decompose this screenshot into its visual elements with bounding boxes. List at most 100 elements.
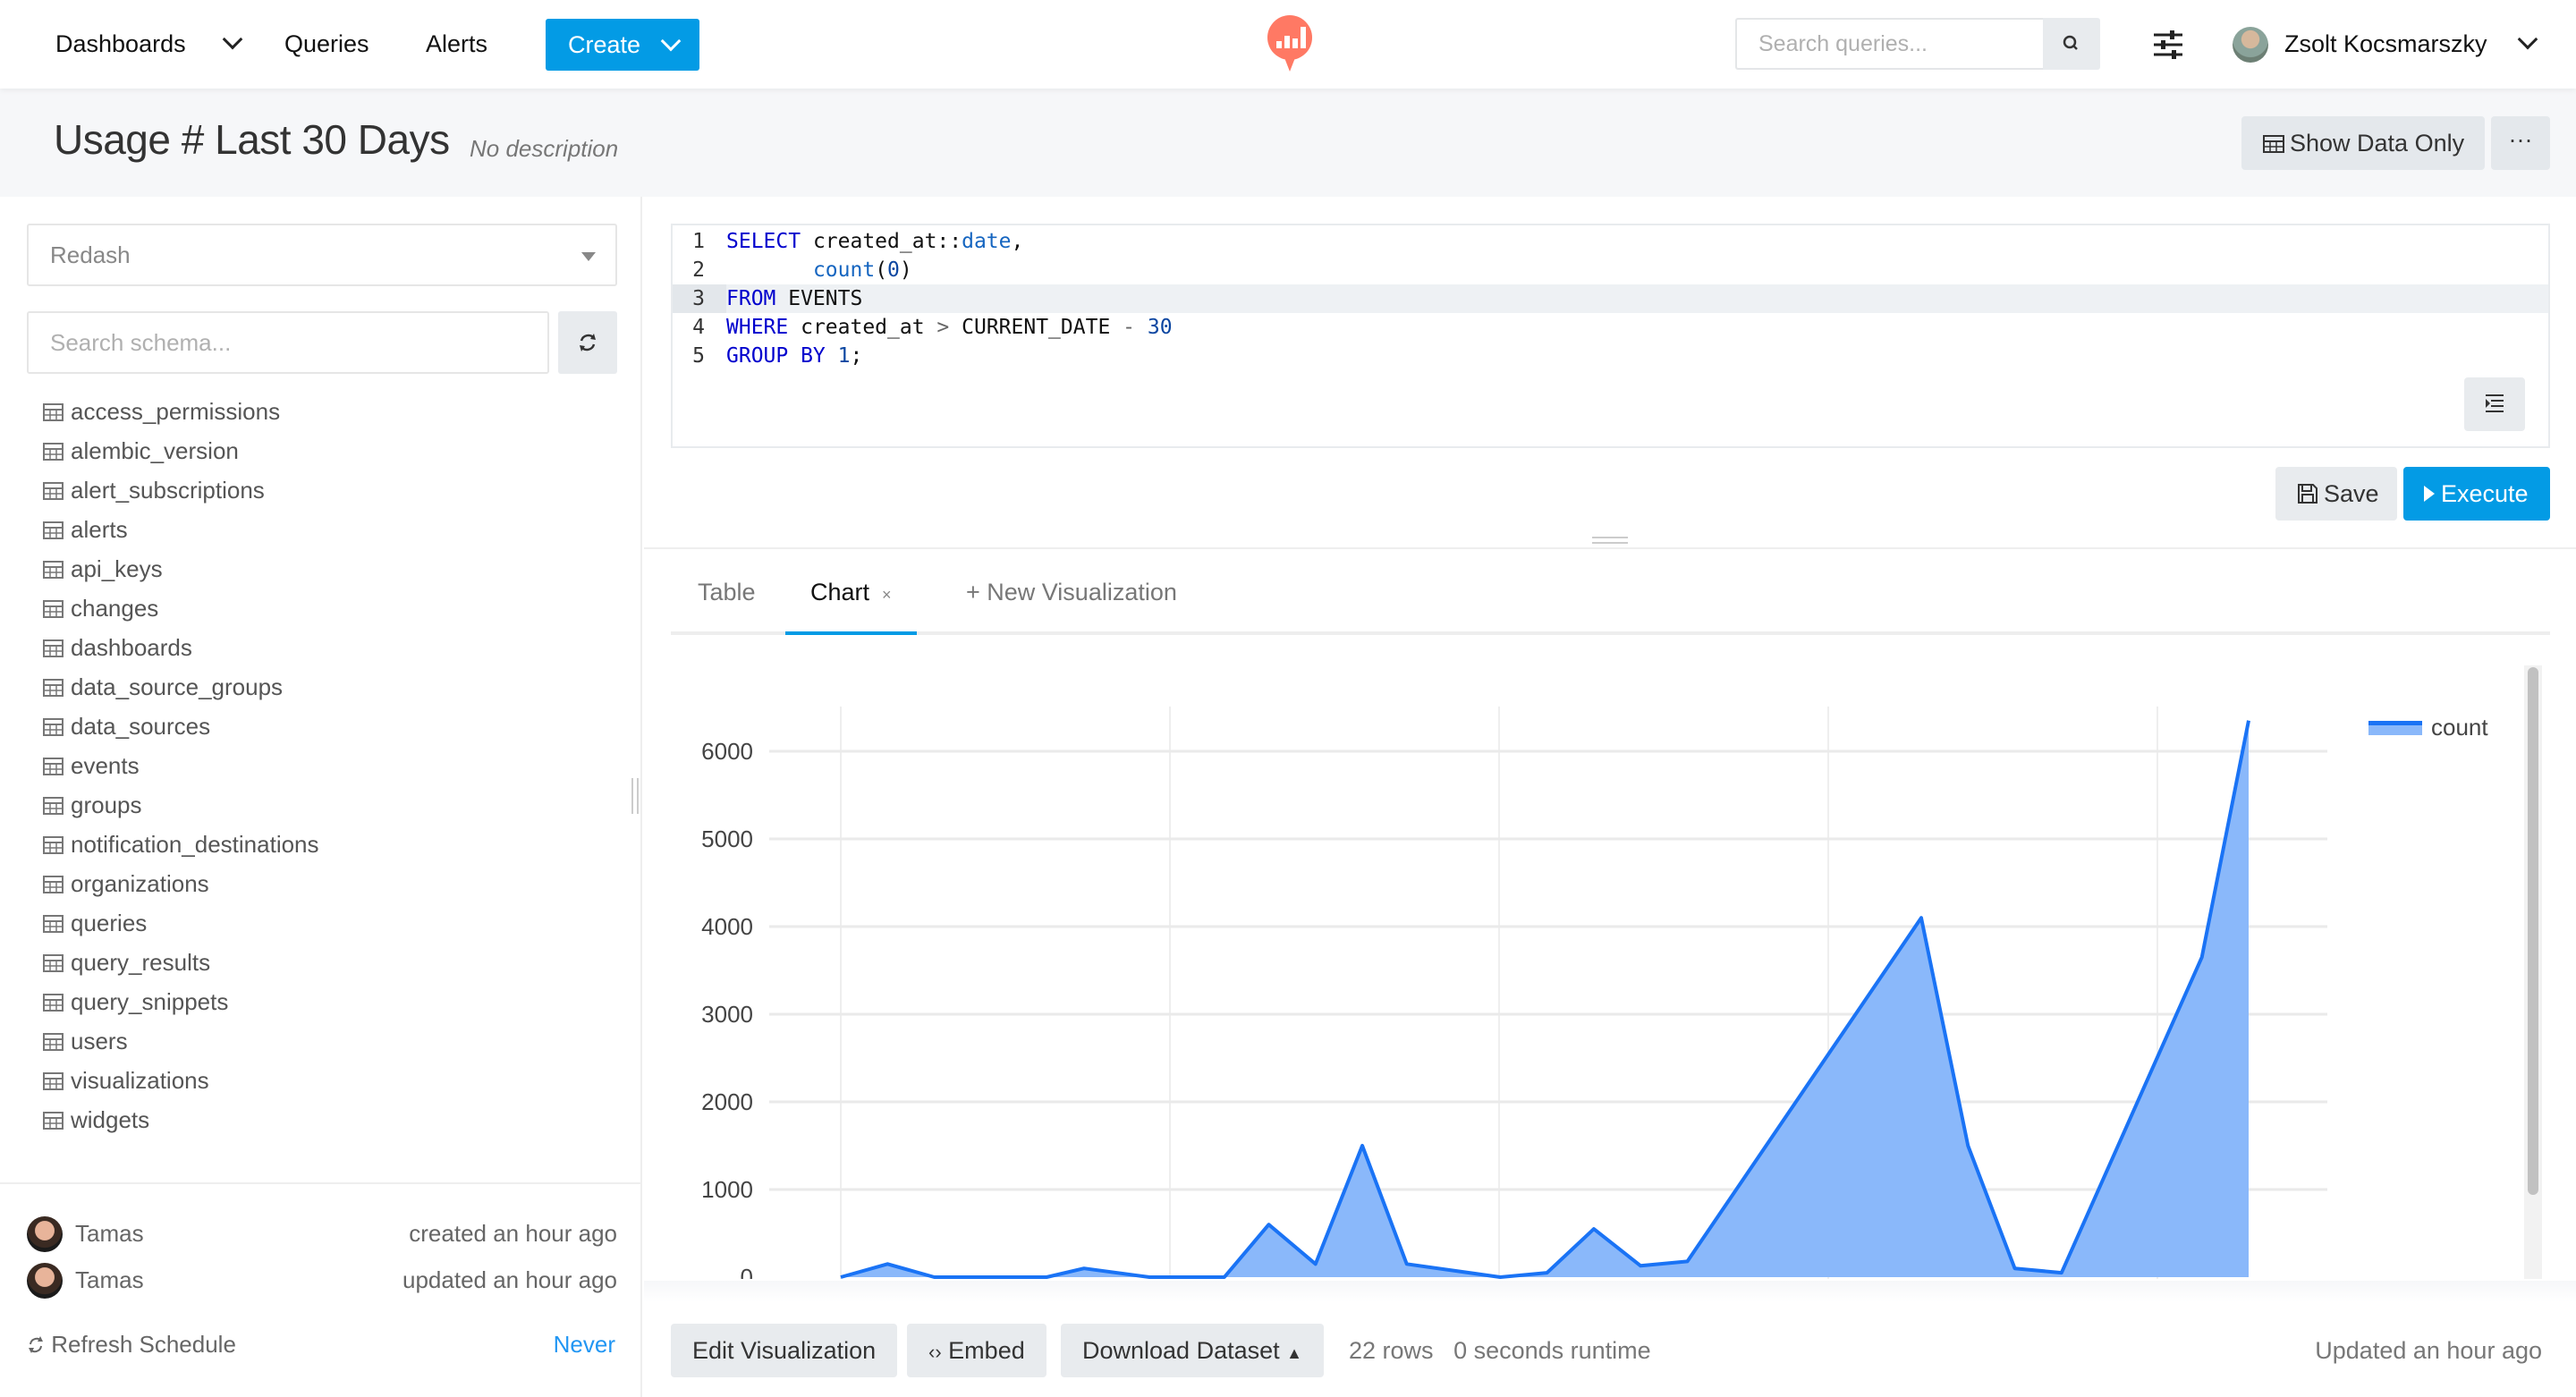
code-token: WHERE xyxy=(726,316,789,339)
divider xyxy=(644,547,2576,549)
code-token: FROM xyxy=(726,287,776,310)
schema-table-item[interactable]: data_source_groups xyxy=(43,667,580,707)
redash-logo-icon[interactable] xyxy=(1266,14,1314,73)
y-tick-label: 1000 xyxy=(701,1176,753,1203)
table-icon xyxy=(43,482,64,500)
code-line[interactable]: 2 count(0) xyxy=(673,256,2548,284)
refresh-schedule-value[interactable]: Never xyxy=(554,1331,615,1359)
schema-table-item[interactable]: alerts xyxy=(43,510,580,549)
table-icon xyxy=(43,915,64,933)
nav-alerts[interactable]: Alerts xyxy=(426,0,487,89)
schema-table-name: query_results xyxy=(71,949,211,976)
show-data-only-label: Show Data Only xyxy=(2290,130,2465,157)
table-icon xyxy=(43,718,64,736)
sidebar-resize-handle[interactable] xyxy=(631,778,639,814)
tab-table[interactable]: Table xyxy=(698,563,756,635)
chevron-down-icon xyxy=(222,29,243,50)
editor-resize-handle[interactable] xyxy=(1592,537,1628,544)
create-label: Create xyxy=(568,31,641,58)
more-options-button[interactable]: ··· xyxy=(2491,116,2550,170)
code-line[interactable]: 3 FROM EVENTS xyxy=(673,284,2548,313)
code-token: ; xyxy=(850,344,863,368)
embed-button[interactable]: ‹› Embed xyxy=(907,1324,1046,1377)
code-token: date xyxy=(962,230,1012,253)
table-icon xyxy=(43,679,64,697)
sql-editor[interactable]: 1 SELECT created_at::date, 2 count(0) 3 FROM… xyxy=(671,224,2550,448)
schema-table-item[interactable]: query_snippets xyxy=(43,982,580,1021)
schema-table-item[interactable]: organizations xyxy=(43,864,580,903)
schema-table-name: widgets xyxy=(71,1106,150,1133)
schema-search-input[interactable] xyxy=(27,311,549,374)
schema-table-item[interactable]: users xyxy=(43,1021,580,1061)
schema-table-name: alembic_version xyxy=(71,437,239,464)
schema-table-item[interactable]: queries xyxy=(43,903,580,943)
code-token: count xyxy=(812,258,876,282)
table-icon xyxy=(43,403,64,421)
schema-table-name: groups xyxy=(71,792,142,818)
edit-visualization-button[interactable]: Edit Visualization xyxy=(671,1324,898,1377)
row-count: 22 rows xyxy=(1349,1337,1434,1364)
user-name: Zsolt Kocsmarszky xyxy=(2284,30,2487,57)
schema-table-item[interactable]: access_permissions xyxy=(43,392,580,431)
schema-table-item[interactable]: alert_subscriptions xyxy=(43,470,580,510)
schema-table-item[interactable]: data_sources xyxy=(43,707,580,746)
runtime: 0 seconds runtime xyxy=(1453,1337,1651,1364)
tab-chart[interactable]: Chart × xyxy=(785,563,917,635)
refresh-schema-button[interactable] xyxy=(558,311,617,374)
code-line[interactable]: 4 WHERE created_at > CURRENT_DATE - 30 xyxy=(673,313,2548,342)
execute-label: Execute xyxy=(2441,480,2529,507)
schema-table-item[interactable]: events xyxy=(43,746,580,785)
execute-button[interactable]: Execute xyxy=(2403,467,2550,521)
y-tick-label: 4000 xyxy=(701,913,753,940)
schema-table-item[interactable]: visualizations xyxy=(43,1061,580,1100)
table-icon xyxy=(43,1033,64,1051)
schema-table-item[interactable]: groups xyxy=(43,785,580,825)
schema-table-item[interactable]: dashboards xyxy=(43,628,580,667)
query-description[interactable]: No description xyxy=(470,135,618,163)
refresh-schedule-label: Refresh Schedule xyxy=(27,1331,236,1359)
schema-table-name: data_source_groups xyxy=(71,673,284,700)
chart-scrollbar[interactable] xyxy=(2524,665,2542,1279)
close-tab-icon[interactable]: × xyxy=(882,586,892,604)
table-icon xyxy=(43,758,64,775)
code-line[interactable]: 5 GROUP BY 1; xyxy=(673,342,2548,370)
code-token: ( xyxy=(875,258,888,282)
search-button[interactable] xyxy=(2043,18,2100,70)
code-token: - xyxy=(1123,316,1136,339)
create-button[interactable]: Create xyxy=(546,19,699,71)
table-icon xyxy=(43,443,64,461)
data-source-select[interactable]: Redash xyxy=(27,224,617,286)
show-data-only-button[interactable]: Show Data Only xyxy=(2241,116,2485,170)
line-number: 2 xyxy=(692,258,705,282)
y-tick-label: 2000 xyxy=(701,1088,753,1115)
schema-table-item[interactable]: alembic_version xyxy=(43,431,580,470)
nav-dashboards[interactable]: Dashboards xyxy=(55,0,186,89)
save-button[interactable]: Save xyxy=(2275,467,2397,521)
query-header: Usage # Last 30 Days No description Show… xyxy=(0,89,2576,197)
schema-table-item[interactable]: changes xyxy=(43,588,580,628)
format-query-button[interactable] xyxy=(2464,377,2525,431)
updated-time: updated an hour ago xyxy=(402,1266,617,1293)
search-queries-input[interactable] xyxy=(1735,18,2043,70)
updater-avatar xyxy=(27,1263,63,1299)
schema-table-item[interactable]: notification_destinations xyxy=(43,825,580,864)
schema-table-item[interactable]: widgets xyxy=(43,1100,580,1139)
nav-queries[interactable]: Queries xyxy=(284,0,369,89)
schema-table-name: users xyxy=(71,1028,128,1054)
query-title[interactable]: Usage # Last 30 Days xyxy=(54,115,450,164)
query-metadata: Tamas created an hour ago Tamas updated … xyxy=(0,1182,640,1397)
updated-row: Tamas updated an hour ago xyxy=(27,1263,617,1299)
code-line[interactable]: 1 SELECT created_at::date, xyxy=(673,227,2548,256)
schema-table-item[interactable]: query_results xyxy=(43,943,580,982)
series-line-count xyxy=(840,720,2250,1279)
chart-scrollbar-thumb[interactable] xyxy=(2528,667,2538,1195)
tab-chart-label: Chart xyxy=(810,579,870,605)
refresh-icon xyxy=(580,334,596,351)
line-number: 4 xyxy=(692,316,705,339)
indent-icon xyxy=(2486,394,2504,412)
save-label: Save xyxy=(2324,480,2379,507)
settings-sliders-icon[interactable] xyxy=(2152,30,2184,59)
tab-new-visualization[interactable]: + New Visualization xyxy=(966,563,1177,635)
download-dataset-button[interactable]: Download Dataset ▲ xyxy=(1061,1324,1324,1377)
schema-table-item[interactable]: api_keys xyxy=(43,549,580,588)
